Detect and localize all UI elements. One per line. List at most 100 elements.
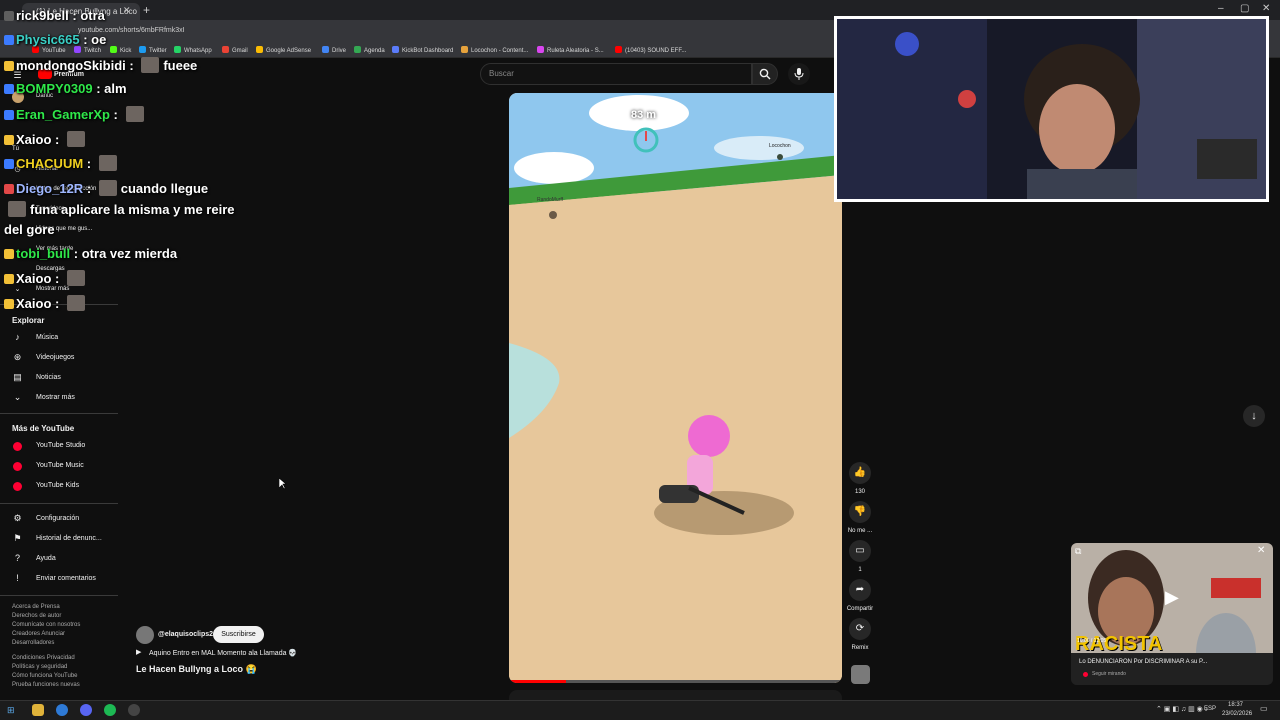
- windows-start-icon[interactable]: ⊞: [7, 705, 15, 716]
- obs-icon[interactable]: [128, 704, 140, 716]
- chat-message: rick9bell : otra: [4, 8, 105, 23]
- minimize-icon[interactable]: –: [1218, 3, 1224, 14]
- youtube-music-icon: [13, 462, 22, 471]
- chrome-icon[interactable]: [56, 704, 68, 716]
- maximize-icon[interactable]: ▢: [1240, 3, 1249, 14]
- clock-time[interactable]: 18:37: [1228, 702, 1243, 708]
- search-placeholder: Buscar: [489, 69, 514, 78]
- chat-text: funa aplicare la misma y me reire: [30, 202, 235, 217]
- bookmark-item[interactable]: KickBot Dashboard: [392, 46, 453, 54]
- distance-label: 83 m: [631, 109, 657, 121]
- dislike-button[interactable]: 👎: [849, 501, 871, 523]
- sidebar-item-studio[interactable]: YouTube Studio: [36, 442, 85, 449]
- footer-link[interactable]: Desarrolladores: [12, 640, 54, 646]
- mini-player[interactable]: RACISTA 10:06 / 12:05 ▶ Lo DENUNCIARON P…: [1071, 543, 1273, 685]
- youtube-studio-icon: [13, 442, 22, 451]
- share-button[interactable]: ➦: [849, 579, 871, 601]
- sidebar-item-feedback[interactable]: Enviar comentarios: [36, 575, 96, 582]
- gear-icon: ⚙: [13, 513, 22, 523]
- footer-link[interactable]: Acerca de Prensa: [12, 604, 60, 610]
- spotify-icon[interactable]: [104, 704, 116, 716]
- footer-link[interactable]: Derechos de autor: [12, 613, 61, 619]
- bookmark-item[interactable]: Ruleta Aleatoria - S...: [537, 46, 604, 54]
- sidebar-item-settings[interactable]: Configuración: [36, 515, 79, 522]
- chat-badge-icon: [4, 184, 14, 194]
- bookmark-item[interactable]: Drive: [322, 46, 346, 54]
- expand-icon[interactable]: ⧉: [1075, 546, 1081, 557]
- sidebar-item-kids[interactable]: YouTube Kids: [36, 482, 79, 489]
- chat-separator: :: [83, 181, 95, 196]
- discord-icon[interactable]: [80, 704, 92, 716]
- sound-thumbnail[interactable]: [851, 665, 870, 684]
- chat-message: Xaioo :: [4, 270, 89, 286]
- bookmark-item[interactable]: Agenda: [354, 46, 385, 54]
- footer-link[interactable]: Condiciones Privacidad: [12, 655, 75, 661]
- mini-player-play-icon[interactable]: ▶: [1165, 587, 1179, 608]
- mini-player-title[interactable]: Lo DENUNCIARON Por DISCRIMINAR A su P...: [1079, 659, 1207, 665]
- system-tray-icons[interactable]: ⌃ ▣ ◧ ♫ ▥ ◉ ♪: [1156, 705, 1208, 713]
- chevron-down-icon: ⌄: [13, 392, 22, 402]
- footer-link[interactable]: Cómo funciona YouTube: [12, 673, 78, 679]
- close-mini-player-icon[interactable]: ✕: [1257, 545, 1265, 556]
- bookmark-label: YouTube: [42, 48, 66, 54]
- sidebar-item-yt-music[interactable]: YouTube Music: [36, 462, 84, 469]
- bookmark-item[interactable]: Kick: [110, 46, 131, 54]
- play-icon: ▶: [136, 649, 142, 656]
- subscribe-button[interactable]: Suscribirse: [213, 626, 264, 643]
- bookmark-favicon-icon: [615, 46, 622, 53]
- next-video-arrow-icon[interactable]: ↓: [1243, 405, 1265, 427]
- channel-handle[interactable]: @elaquisoclips2: [158, 631, 213, 638]
- chat-text: oe: [91, 32, 107, 47]
- bookmark-item[interactable]: Locochon - Content...: [461, 46, 528, 54]
- sidebar-item-news[interactable]: Noticias: [36, 374, 61, 381]
- chat-message: funa aplicare la misma y me reire: [4, 201, 235, 217]
- chat-badge-icon: [4, 61, 14, 71]
- sidebar-show-more[interactable]: Mostrar más: [36, 286, 69, 292]
- sidebar-item-gaming[interactable]: Videojuegos: [36, 354, 74, 361]
- chat-separator: :: [109, 107, 122, 122]
- chat-emote-icon: [66, 295, 85, 311]
- next-short-preview[interactable]: [509, 690, 842, 700]
- chat-message: mondongoSkibidi : fueee: [4, 57, 197, 73]
- bookmark-item[interactable]: Twitch: [74, 46, 101, 54]
- bookmark-item[interactable]: YouTube: [32, 46, 66, 54]
- sidebar-item-report-history[interactable]: Historial de denunc...: [36, 535, 102, 542]
- new-tab-icon[interactable]: +: [143, 3, 150, 17]
- footer-link[interactable]: Prueba funciones nuevas: [12, 682, 80, 688]
- bookmark-item[interactable]: Gmail: [222, 46, 248, 54]
- footer-link[interactable]: Creadores Anunciar: [12, 631, 65, 637]
- clock-date[interactable]: 23/02/2026: [1222, 711, 1252, 717]
- webcam-overlay: [834, 16, 1269, 202]
- more-youtube-heading: Más de YouTube: [12, 424, 75, 433]
- chat-separator: :: [125, 58, 138, 73]
- tab-close-icon[interactable]: ✕: [123, 5, 131, 16]
- comments-button[interactable]: ▭: [849, 540, 871, 562]
- sidebar-item-music[interactable]: Música: [36, 334, 58, 341]
- file-explorer-icon[interactable]: [32, 704, 44, 716]
- like-button[interactable]: 👍: [849, 462, 871, 484]
- audio-track-label[interactable]: Aquino Entro en MAL Momento ala Llamada …: [149, 649, 297, 657]
- notifications-icon[interactable]: ▭: [1260, 704, 1268, 713]
- share-label: Compartir: [846, 606, 874, 612]
- channel-avatar[interactable]: [136, 626, 154, 644]
- bookmark-favicon-icon: [461, 46, 468, 53]
- chat-message: tobi_bull : otra vez mierda: [4, 246, 177, 261]
- sidebar-show-more-explore[interactable]: Mostrar más: [36, 394, 75, 401]
- bookmark-item[interactable]: Google AdSense: [256, 46, 311, 54]
- bookmark-item[interactable]: (10403) SOUND EFF...: [615, 46, 686, 54]
- chat-badge-icon: [4, 299, 14, 309]
- chat-emote-icon: [66, 270, 85, 286]
- language-indicator[interactable]: ESP: [1204, 706, 1216, 712]
- remix-button[interactable]: ⟳: [849, 618, 871, 640]
- close-window-icon[interactable]: ✕: [1262, 3, 1270, 14]
- search-input[interactable]: [480, 63, 752, 85]
- chat-text: otra: [80, 8, 105, 23]
- footer-link[interactable]: Políticas y seguridad: [12, 664, 67, 670]
- chat-badge-icon: [4, 110, 14, 120]
- bookmark-item[interactable]: Twitter: [139, 46, 167, 54]
- microphone-icon: [794, 68, 804, 80]
- sidebar-item-help[interactable]: Ayuda: [36, 555, 56, 562]
- footer-link[interactable]: Comunícate con nosotros: [12, 622, 80, 628]
- bookmark-item[interactable]: WhatsApp: [174, 46, 212, 54]
- shorts-video-player[interactable]: 83 m Locochon RandoMurff: [509, 93, 842, 683]
